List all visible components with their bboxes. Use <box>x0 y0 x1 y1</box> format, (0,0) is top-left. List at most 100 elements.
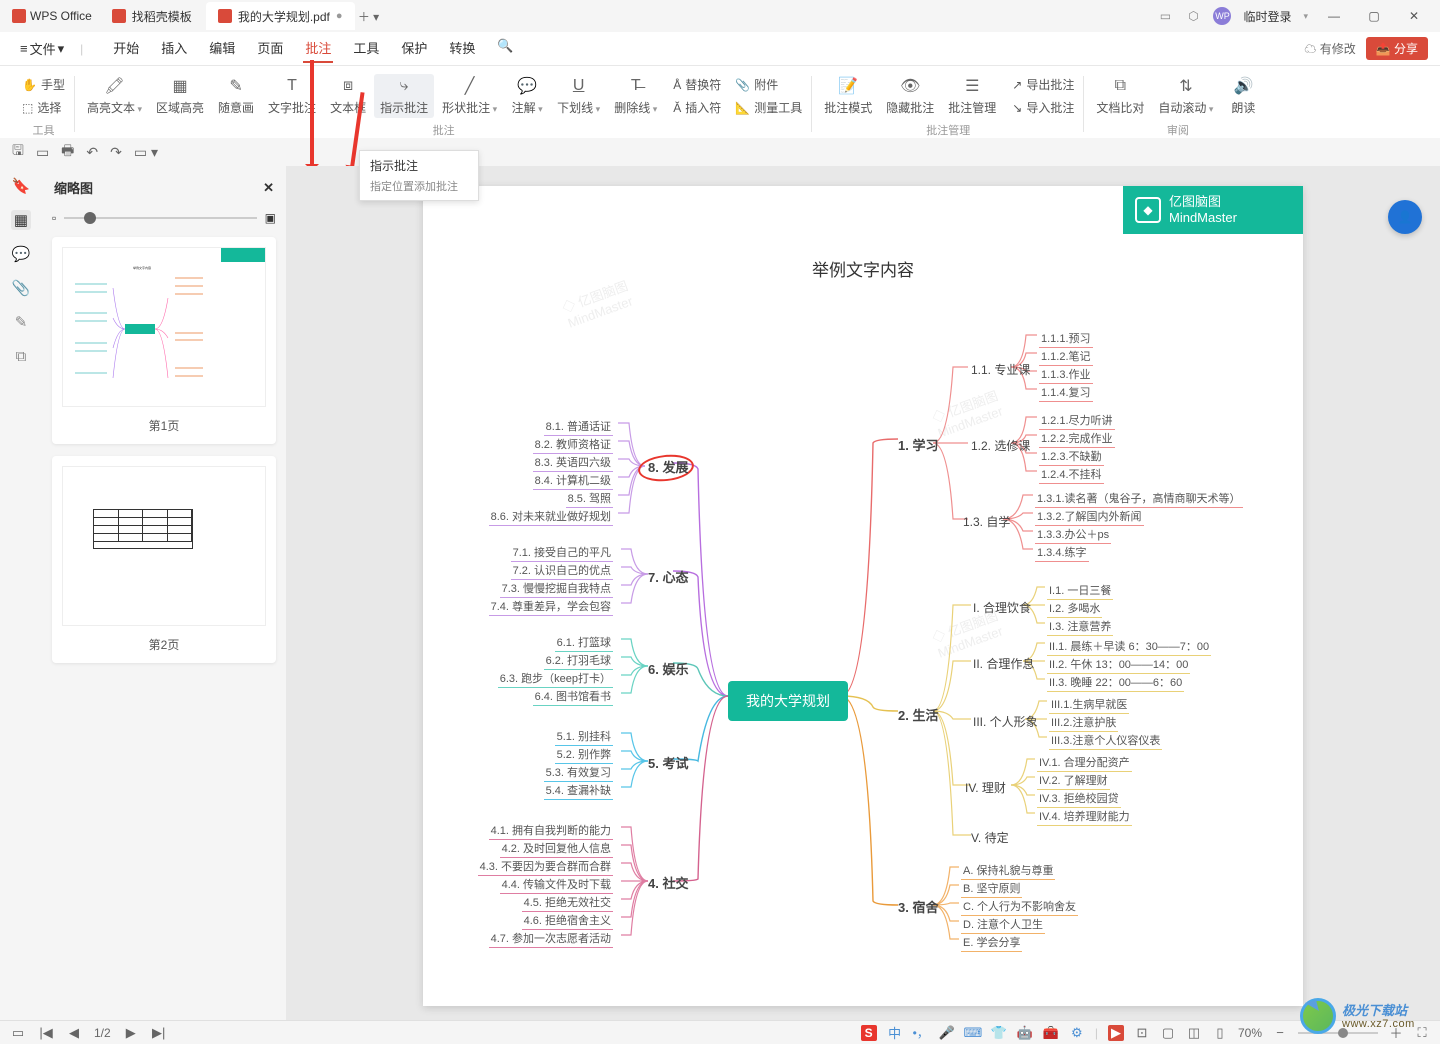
underline-button[interactable]: U下划线 <box>551 74 606 118</box>
lbl: 指示批注 <box>380 99 428 116</box>
add-tab-button[interactable]: ＋ ▾ <box>357 4 381 28</box>
fit-width-icon[interactable]: ⊡ <box>1134 1025 1150 1041</box>
thumb-zoom[interactable]: ▫ ▣ <box>52 207 276 237</box>
menu-hamburger[interactable]: ≡ 文件 ▾ <box>12 35 72 62</box>
lbl: 附件 <box>754 76 778 93</box>
freehand-button[interactable]: ✎随意画 <box>212 74 260 118</box>
thumbnail-page-2[interactable]: 第2页 <box>52 456 276 663</box>
bookmark-icon[interactable]: 🔖 <box>11 176 31 196</box>
leaf: A. 保持礼貌与尊重 <box>961 861 1055 880</box>
share-button[interactable]: 📤 分享 <box>1366 37 1428 60</box>
signature-icon[interactable]: ✎ <box>11 312 31 332</box>
document-area[interactable]: ◆ 亿图脑图MindMaster 举例文字内容 ◇ 亿图脑图MindMaster… <box>286 166 1440 1020</box>
save-icon[interactable]: 🖫 <box>12 140 24 164</box>
strikethrough-button[interactable]: T̶删除线 <box>608 74 663 118</box>
mic-icon[interactable]: 🎤 <box>939 1025 955 1041</box>
ime-cn-icon[interactable]: 中 <box>887 1025 903 1041</box>
login-label[interactable]: 临时登录 <box>1243 8 1291 25</box>
attachments-icon[interactable]: 📎 <box>11 278 31 298</box>
thumbnails-icon[interactable]: ▦ <box>11 210 31 230</box>
close-panel-icon[interactable]: ✕ <box>263 180 274 196</box>
robot-icon[interactable]: 🤖 <box>1017 1025 1033 1041</box>
tooltip: 指示批注 指定位置添加批注 <box>359 150 479 201</box>
attachment-button[interactable]: 📎附件 <box>731 74 806 95</box>
tab-document[interactable]: 我的大学规划.pdf● <box>206 2 355 30</box>
sogou-icon[interactable]: S <box>861 1025 877 1041</box>
cube-icon[interactable]: ⬡ <box>1185 8 1201 24</box>
page-indicator[interactable]: 1/2 <box>94 1026 111 1040</box>
fit-page-icon[interactable]: ▢ <box>1160 1025 1176 1041</box>
textbox-button[interactable]: ⧈文本框 <box>324 74 372 118</box>
replace-mark-button[interactable]: Å替换符 <box>669 74 725 95</box>
menu-tab-convert[interactable]: 转换 <box>447 34 477 63</box>
import-annot-button[interactable]: ↘导入批注 <box>1008 97 1078 118</box>
hand-tool[interactable]: ✋手型 <box>18 74 69 95</box>
pointer-annot-button[interactable]: ⤷指示批注 <box>374 74 434 118</box>
annot-mode-button[interactable]: 📝批注模式 <box>818 74 878 118</box>
single-page-icon[interactable]: ▯ <box>1212 1025 1228 1041</box>
thumbnail-page-1[interactable]: 举例文字内容 第1页 <box>52 237 276 444</box>
subnode: V. 待定 <box>971 829 1009 846</box>
leaf: 7.1. 接受自己的平凡 <box>511 543 613 562</box>
lbl: 批注模式 <box>824 99 872 116</box>
leaf: 4.7. 参加一次志愿者活动 <box>489 929 613 948</box>
menu-tab-start[interactable]: 开始 <box>111 34 141 63</box>
layers-icon[interactable]: ⧉ <box>11 346 31 366</box>
close-button[interactable]: ✕ <box>1400 4 1428 28</box>
lbl: 选择 <box>37 99 61 116</box>
highlight-text-button[interactable]: 🖍高亮文本 <box>81 74 148 118</box>
minimize-button[interactable]: ― <box>1320 4 1348 28</box>
floating-action-button[interactable]: 👤 <box>1388 200 1422 234</box>
first-page-icon[interactable]: |◀ <box>38 1025 54 1041</box>
keyboard-icon[interactable]: ⌨ <box>965 1025 981 1041</box>
next-page-icon[interactable]: ▶ <box>123 1025 139 1041</box>
menu-tab-protect[interactable]: 保护 <box>399 34 429 63</box>
tab-close-icon[interactable]: ● <box>336 10 343 22</box>
avatar[interactable]: WP <box>1213 7 1231 25</box>
autoscroll-button[interactable]: ⇅自动滚动 <box>1152 74 1219 118</box>
maximize-button[interactable]: ▢ <box>1360 4 1388 28</box>
insert-mark-button[interactable]: Ă插入符 <box>669 97 725 118</box>
menu-tab-annotate[interactable]: 批注 <box>303 34 333 63</box>
read-aloud-button[interactable]: 🔊朗读 <box>1221 74 1265 118</box>
shirt-icon[interactable]: 👕 <box>991 1025 1007 1041</box>
search-icon[interactable]: 🔍 <box>495 34 515 63</box>
open-icon[interactable]: ▭ <box>36 144 49 161</box>
subnode: 1.2. 选修课 <box>971 437 1030 454</box>
undo-icon[interactable]: ↶ <box>86 144 98 161</box>
measure-button[interactable]: 📐测量工具 <box>731 97 806 118</box>
leaf: 4.6. 拒绝宿舍主义 <box>522 911 613 930</box>
menu-tab-edit[interactable]: 编辑 <box>207 34 237 63</box>
select-tool[interactable]: ⬚选择 <box>18 97 69 118</box>
more-icon[interactable]: ▭ ▾ <box>134 144 158 161</box>
menu-tab-page[interactable]: 页面 <box>255 34 285 63</box>
leaf: 5.1. 别挂科 <box>555 727 613 746</box>
redo-icon[interactable]: ↷ <box>110 144 122 161</box>
file-label: 文件 <box>30 39 56 58</box>
menu-tab-tools[interactable]: 工具 <box>351 34 381 63</box>
lbl: 文字批注 <box>268 99 316 116</box>
prev-page-icon[interactable]: ◀ <box>66 1025 82 1041</box>
gear-icon[interactable]: ⚙ <box>1069 1025 1085 1041</box>
zoom-out-icon[interactable]: − <box>1272 1025 1288 1041</box>
tab-templates[interactable]: 找稻壳模板 <box>100 2 204 30</box>
comments-icon[interactable]: 💬 <box>11 244 31 264</box>
sb-view-icon[interactable]: ▭ <box>10 1025 26 1041</box>
mindmaster-logo-icon: ◆ <box>1135 197 1161 223</box>
hide-annot-button[interactable]: 👁隐藏批注 <box>880 74 940 118</box>
shape-annot-button[interactable]: ╱形状批注 <box>436 74 503 118</box>
compare-button[interactable]: ⧉文档比对 <box>1090 74 1150 118</box>
play-icon[interactable]: ▶ <box>1108 1025 1124 1041</box>
device-icon[interactable]: ▭ <box>1157 8 1173 24</box>
annot-manager-button[interactable]: ☰批注管理 <box>942 74 1002 118</box>
print-icon[interactable]: 🖶 <box>61 140 74 164</box>
export-annot-button[interactable]: ↗导出批注 <box>1008 74 1078 95</box>
menu-tab-insert[interactable]: 插入 <box>159 34 189 63</box>
mindmaster-badge: ◆ 亿图脑图MindMaster <box>1123 186 1303 234</box>
last-page-icon[interactable]: ▶| <box>151 1025 167 1041</box>
note-button[interactable]: 💬注解 <box>505 74 549 118</box>
zoom-level[interactable]: 70% <box>1238 1026 1262 1040</box>
toolbox-icon[interactable]: 🧰 <box>1043 1025 1059 1041</box>
two-page-icon[interactable]: ◫ <box>1186 1025 1202 1041</box>
area-highlight-button[interactable]: ▦区域高亮 <box>150 74 210 118</box>
